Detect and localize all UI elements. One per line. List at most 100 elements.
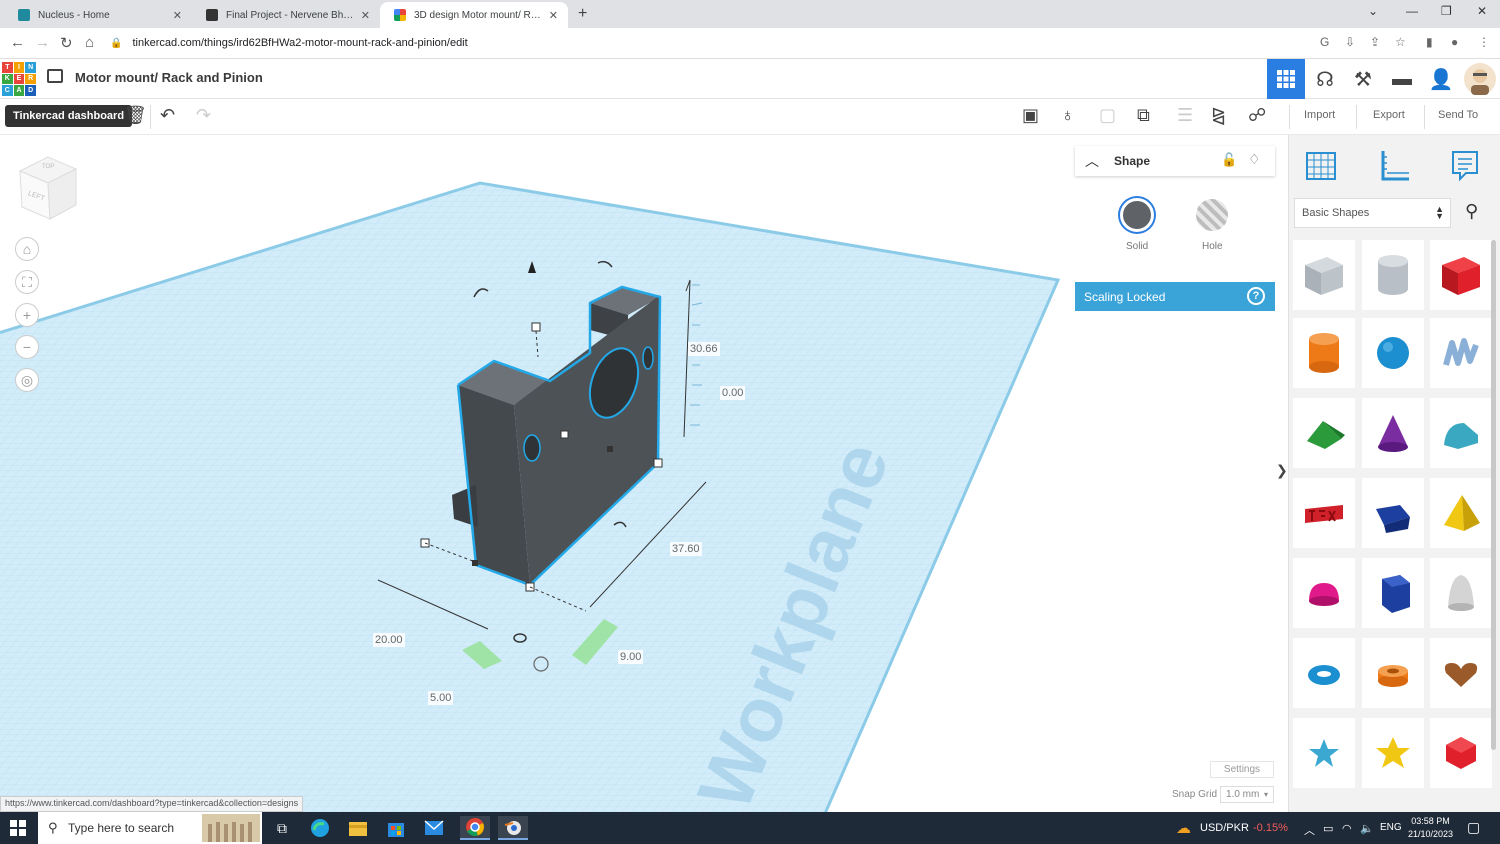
maximize-icon[interactable]: ❐ — [1441, 4, 1452, 18]
resize-handle[interactable] — [531, 322, 541, 332]
shape-cylinder[interactable] — [1293, 318, 1355, 388]
shape-wedge[interactable] — [1362, 478, 1424, 548]
shape-box-hole[interactable] — [1293, 240, 1355, 310]
collapse-caret-icon[interactable]: ︿ — [1085, 151, 1099, 171]
workplane-tool-icon[interactable] — [1303, 147, 1339, 183]
fit-view-icon[interactable]: ⛶ — [15, 270, 39, 294]
align-icon[interactable]: ☰ — [1177, 105, 1193, 126]
chrome-icon[interactable] — [460, 816, 490, 840]
shape-polygon[interactable] — [1362, 558, 1424, 628]
view-cube[interactable]: TOP LEFT — [14, 151, 82, 223]
zoom-out-icon[interactable]: − — [15, 335, 39, 359]
codeblocks-icon[interactable]: ☊ — [1306, 59, 1344, 99]
tab-search-icon[interactable]: ⌄ — [1368, 4, 1378, 18]
view-3d-button[interactable] — [1267, 59, 1305, 99]
minecraft-pickaxe-icon[interactable]: ⚒ — [1344, 59, 1382, 99]
shape-sphere[interactable] — [1362, 318, 1424, 388]
resize-handle[interactable] — [560, 430, 569, 439]
invite-user-icon[interactable]: 👤 — [1422, 59, 1460, 99]
search-icon[interactable]: ⚲ — [1465, 201, 1478, 222]
sidebar-icon[interactable]: ▮ — [1426, 35, 1433, 49]
profile-icon[interactable]: ● — [1451, 35, 1458, 49]
undo-icon[interactable]: ↶ — [160, 105, 175, 126]
mirror-icon[interactable]: ⧎ — [1211, 105, 1226, 126]
settings-button[interactable]: Settings — [1210, 761, 1274, 778]
reload-icon[interactable]: ↻ — [60, 34, 73, 52]
notes-icon[interactable]: ▣ — [1022, 105, 1039, 126]
tab-close-icon[interactable]: ✕ — [361, 9, 370, 22]
shape-paraboloid[interactable] — [1430, 558, 1492, 628]
delete-icon[interactable]: 🗑 — [124, 105, 147, 126]
panel-collapse-chevron-icon[interactable]: ❯ — [1276, 462, 1288, 479]
taskbar-search[interactable]: ⚲ Type here to search — [38, 812, 262, 844]
shape-cone[interactable] — [1362, 398, 1424, 468]
weather-icon[interactable]: ☁ — [1176, 819, 1191, 837]
tab-close-icon[interactable]: ✕ — [549, 9, 558, 22]
back-icon[interactable]: ← — [10, 34, 25, 51]
elevation-dimension[interactable]: 0.00 — [720, 386, 746, 400]
app-icon[interactable] — [498, 816, 528, 840]
3d-viewport[interactable]: Workplane TOP LEFT ⌂ ⛶ + − ◎ 30.66 0.00 … — [0, 135, 1288, 812]
currency-label[interactable]: USD/PKR — [1200, 822, 1249, 834]
mail-icon[interactable] — [422, 816, 446, 840]
url-field[interactable]: 🔒 tinkercad.com/things/ird62BfHWa2-motor… — [110, 32, 1320, 54]
volume-icon[interactable]: 🔈 — [1360, 822, 1374, 835]
light-bulb-icon[interactable]: ♢ — [1248, 151, 1261, 168]
workplane-scene[interactable]: Workplane — [0, 135, 1288, 812]
google-icon[interactable]: G — [1320, 35, 1329, 49]
share-icon[interactable]: ⇪ — [1370, 35, 1380, 49]
shape-roof[interactable] — [1293, 398, 1355, 468]
cruise-icon[interactable]: ☍ — [1248, 105, 1266, 126]
design-list-icon[interactable] — [47, 69, 63, 83]
tab-close-icon[interactable]: ✕ — [173, 9, 182, 22]
notes-tool-icon[interactable] — [1447, 147, 1483, 183]
shape-cylinder-hole[interactable] — [1362, 240, 1424, 310]
language-indicator[interactable]: ENG — [1380, 822, 1402, 833]
help-icon[interactable]: ? — [1247, 287, 1265, 305]
redo-icon[interactable]: ↷ — [196, 105, 211, 126]
task-view-icon[interactable]: ⧉ — [270, 816, 294, 840]
shape-star-yellow[interactable] — [1362, 718, 1424, 788]
shape-half-sphere[interactable] — [1293, 558, 1355, 628]
forward-icon[interactable]: → — [35, 34, 50, 51]
perspective-icon[interactable]: ◎ — [15, 368, 39, 392]
length-dimension[interactable]: 37.60 — [670, 542, 702, 556]
shape-round-roof[interactable] — [1430, 398, 1492, 468]
group-icon[interactable]: ▢ — [1099, 105, 1116, 126]
bookmark-star-icon[interactable]: ☆ — [1395, 35, 1406, 49]
shape-tube[interactable] — [1362, 638, 1424, 708]
design-title[interactable]: Motor mount/ Rack and Pinion — [75, 70, 263, 85]
shape-library-select[interactable]: Basic Shapes ▲ ▼ — [1294, 198, 1451, 228]
taskbar-clock[interactable]: 03:58 PM 21/10/2023 — [1408, 815, 1453, 841]
import-button[interactable]: Import — [1304, 109, 1335, 121]
battery-icon[interactable]: ▭ — [1323, 822, 1333, 835]
shape-heart[interactable] — [1430, 638, 1492, 708]
offset-x-dimension[interactable]: 9.00 — [618, 650, 644, 664]
lock-icon[interactable]: 🔓 — [1221, 152, 1237, 168]
home-icon[interactable]: ⌂ — [85, 34, 94, 51]
wifi-icon[interactable]: ◠ — [1342, 822, 1352, 835]
tinkercad-logo[interactable]: T I N K E R C A D — [2, 62, 36, 96]
shape-pyramid[interactable] — [1430, 478, 1492, 548]
shape-box[interactable] — [1430, 240, 1492, 310]
tab-tinkercad[interactable]: 3D design Motor mount/ Rack and Pinion |… — [380, 2, 568, 28]
shape-scribble[interactable] — [1430, 318, 1492, 388]
edge-icon[interactable] — [308, 816, 332, 840]
resize-handle[interactable] — [607, 446, 613, 452]
width-dimension[interactable]: 20.00 — [373, 633, 405, 647]
resize-handle[interactable] — [653, 458, 663, 468]
tab-nucleus[interactable]: Nucleus - Home ✕ — [4, 2, 192, 28]
home-view-icon[interactable]: ⌂ — [15, 237, 39, 261]
hole-swatch[interactable] — [1196, 199, 1228, 231]
light-bulb-icon[interactable]: ♁ — [1061, 105, 1075, 126]
avatar[interactable] — [1461, 59, 1499, 99]
scaling-locked-banner[interactable]: Scaling Locked ? — [1075, 282, 1275, 311]
install-icon[interactable]: ⇩ — [1345, 35, 1355, 49]
height-dimension[interactable]: 30.66 — [688, 342, 720, 356]
snap-grid-select[interactable]: 1.0 mm ▾ — [1220, 786, 1274, 803]
solid-swatch[interactable] — [1120, 198, 1154, 232]
new-tab-icon[interactable]: + — [578, 5, 587, 23]
windows-start-icon[interactable] — [10, 820, 26, 836]
export-button[interactable]: Export — [1373, 109, 1405, 121]
tray-chevron-icon[interactable]: ︿ — [1304, 822, 1315, 838]
